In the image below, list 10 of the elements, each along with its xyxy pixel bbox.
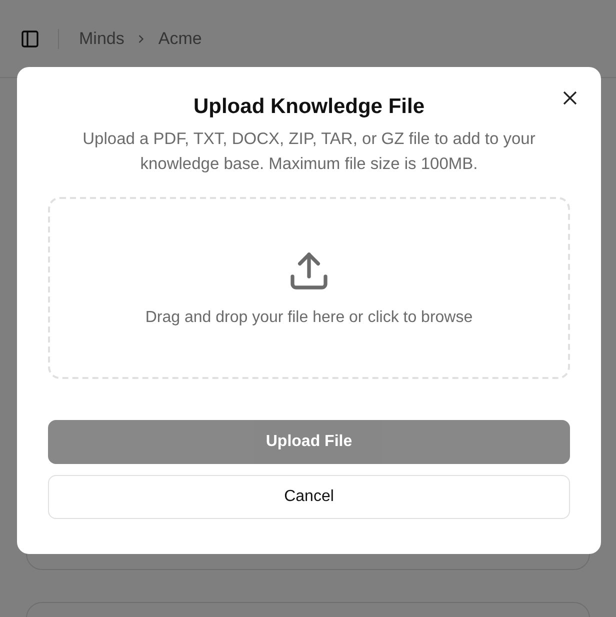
dropzone-hint: Drag and drop your file here or click to browse (145, 309, 473, 327)
file-dropzone[interactable]: Drag and drop your file here or click to browse (48, 197, 570, 379)
close-button[interactable] (561, 89, 579, 107)
dialog-description: Upload a PDF, TXT, DOCX, ZIP, TAR, or GZ file to add to your knowledge base. Maximum file size is 100MB. (82, 129, 536, 175)
breadcrumb-item[interactable]: Minds (79, 28, 124, 48)
breadcrumb-item[interactable]: Acme (158, 28, 202, 48)
close-icon (563, 91, 577, 105)
sidebar-toggle-icon[interactable] (20, 28, 40, 48)
cancel-button[interactable]: Cancel (48, 475, 570, 519)
dialog-title: Upload Knowledge File (192, 95, 426, 119)
